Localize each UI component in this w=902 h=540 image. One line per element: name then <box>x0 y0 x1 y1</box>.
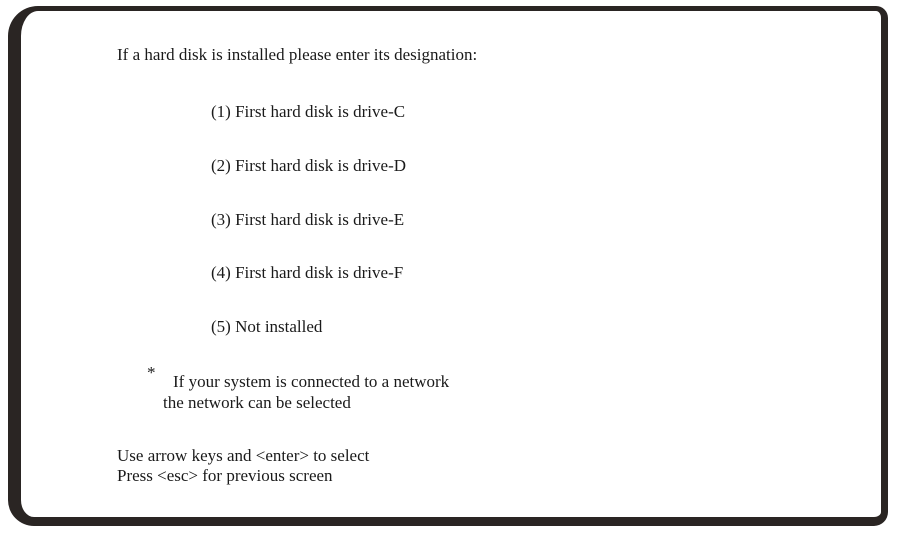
hard-disk-selection-screen: If a hard disk is installed please enter… <box>0 0 902 540</box>
note-asterisk: * <box>147 363 156 382</box>
network-note-line-1: If your system is connected to a network <box>173 372 450 391</box>
option-drive-e[interactable]: (3) First hard disk is drive-E <box>211 210 404 230</box>
help-text-back: Press <esc> for previous screen <box>117 466 333 485</box>
option-not-installed[interactable]: (5) Not installed <box>211 317 322 337</box>
option-drive-c[interactable]: (1) First hard disk is drive-C <box>211 102 405 122</box>
prompt-text: If a hard disk is installed please enter… <box>117 45 478 64</box>
option-drive-d[interactable]: (2) First hard disk is drive-D <box>211 156 406 176</box>
network-note-line-2: the network can be selected <box>163 393 351 412</box>
help-text-select: Use arrow keys and <enter> to select <box>117 446 370 465</box>
option-drive-f[interactable]: (4) First hard disk is drive-F <box>211 263 403 283</box>
